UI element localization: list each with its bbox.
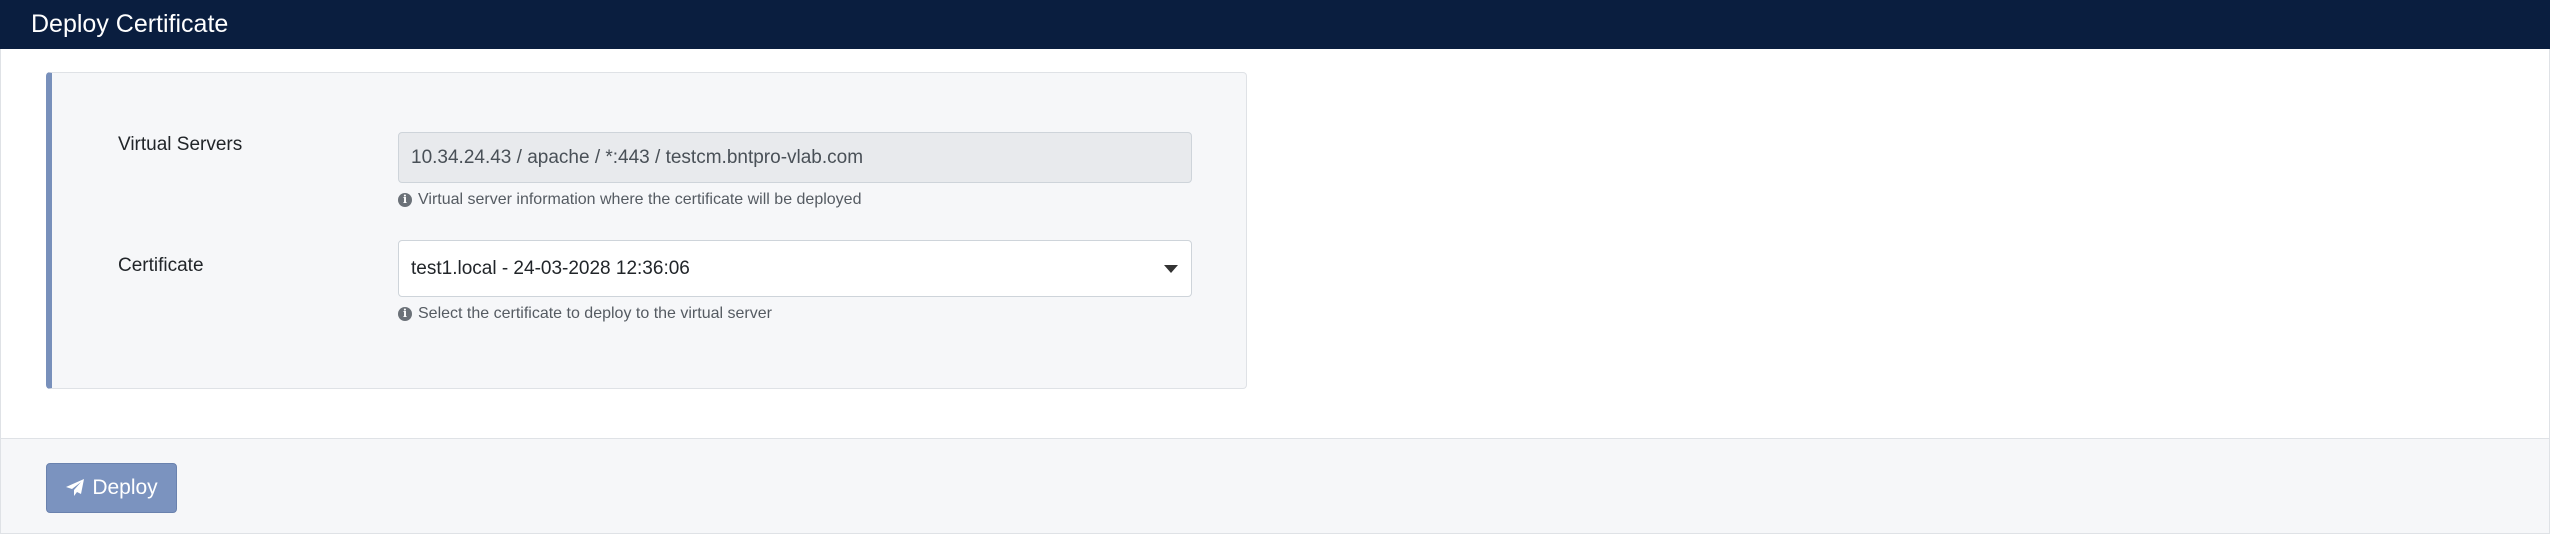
modal-body: Virtual Servers 10.34.24.43 / apache / *… (0, 49, 2550, 439)
certificate-help-text: Select the certificate to deploy to the … (418, 305, 772, 322)
deploy-certificate-window: Deploy Certificate Virtual Servers 10.34… (0, 0, 2550, 534)
virtual-servers-help-text: Virtual server information where the cer… (418, 191, 862, 208)
virtual-servers-field: 10.34.24.43 / apache / *:443 / testcm.bn… (398, 132, 1192, 183)
info-circle-icon: i (398, 193, 412, 207)
deploy-button-label: Deploy (92, 476, 158, 499)
modal-footer: Deploy (0, 438, 2550, 534)
certificate-label: Certificate (118, 255, 204, 276)
certificate-help: i Select the certificate to deploy to th… (398, 304, 772, 324)
certificate-selected-value: test1.local - 24-03-2028 12:36:06 (411, 258, 690, 279)
paper-plane-icon (66, 479, 85, 496)
info-circle-icon: i (398, 307, 412, 321)
virtual-servers-label: Virtual Servers (118, 134, 243, 155)
deploy-button[interactable]: Deploy (46, 463, 177, 513)
page-title: Deploy Certificate (31, 10, 229, 38)
caret-down-icon (1164, 265, 1178, 273)
virtual-servers-help: i Virtual server information where the c… (398, 190, 861, 210)
certificate-select[interactable]: test1.local - 24-03-2028 12:36:06 (398, 240, 1192, 297)
header-bar: Deploy Certificate (0, 0, 2550, 49)
form-card: Virtual Servers 10.34.24.43 / apache / *… (46, 72, 1247, 389)
